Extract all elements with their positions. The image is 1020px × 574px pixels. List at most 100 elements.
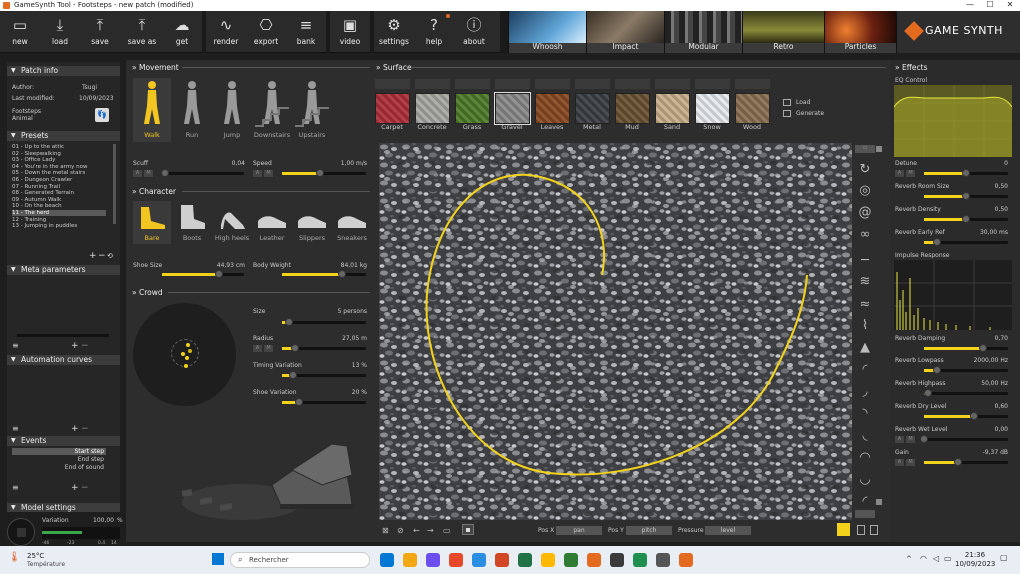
effect-rev-density-slider[interactable] (924, 215, 1008, 223)
surface-wood-tile[interactable] (735, 93, 770, 124)
render-button[interactable]: ∿ render (206, 11, 246, 53)
bank-button[interactable]: ≡ bank (286, 11, 326, 53)
slider-knob[interactable] (932, 366, 941, 374)
preset-tile-particles[interactable]: Particles (824, 11, 896, 53)
bottom-field[interactable] (855, 510, 875, 518)
spiral-in-icon[interactable]: ↻ (857, 162, 873, 178)
menu-icon[interactable]: ≡ (12, 483, 19, 492)
meta-parameters-header[interactable]: ▼ Meta parameters (7, 265, 120, 275)
effect-automation-a-button[interactable]: A (895, 436, 904, 443)
preset-item[interactable]: 10 - On the beach (12, 203, 106, 209)
effect-detune-slider[interactable] (924, 169, 1008, 177)
play-button[interactable] (7, 518, 35, 546)
automation-curves-header[interactable]: ▼ Automation curves (7, 355, 120, 365)
steam-taskbar-icon[interactable] (656, 553, 670, 567)
loop-icon[interactable]: ∞ (857, 227, 873, 243)
remove-preset-button[interactable]: − (98, 251, 106, 261)
video-button[interactable]: ▣ video (330, 11, 370, 53)
event-end-step[interactable]: End step (12, 456, 104, 463)
scuff-automation-a-button[interactable]: A (133, 170, 142, 177)
surface-metal-tile[interactable] (575, 93, 610, 124)
no-draw-icon[interactable]: ⊘ (397, 526, 404, 535)
character-high-heels-button[interactable]: High heels (213, 201, 251, 244)
zoom-field[interactable]: ▭ (855, 145, 875, 153)
slider-knob[interactable] (962, 169, 970, 177)
presets-header[interactable]: ▼ Presets (7, 131, 120, 141)
wave-icon[interactable]: ≈ (857, 297, 873, 313)
import-curve-icon[interactable] (870, 525, 878, 535)
pos-y-select[interactable]: pitch (626, 526, 672, 535)
crowd-member-dot[interactable] (186, 343, 190, 347)
curve-right-icon[interactable]: ◞ (857, 384, 873, 400)
preset-item[interactable]: 08 - Generated Terrain (12, 190, 106, 196)
firefox-taskbar-icon[interactable] (449, 553, 463, 567)
body-weight-slider[interactable] (282, 270, 366, 278)
effect-rev-dry-slider[interactable] (924, 412, 1008, 420)
slider-knob[interactable] (978, 344, 987, 352)
remove-curve-button[interactable]: − (81, 424, 89, 434)
speed-automation-a-button[interactable]: A (253, 170, 262, 177)
shoe-variation-slider[interactable] (282, 398, 366, 406)
preset-tile-retro[interactable]: Retro (742, 11, 824, 53)
weather-label[interactable]: Température (27, 561, 65, 568)
preset-scrollbar[interactable] (113, 144, 116, 224)
timing-variation-slider[interactable] (282, 371, 366, 379)
maximize-button[interactable]: ☐ (980, 0, 1000, 11)
color-swatch[interactable] (837, 523, 850, 536)
eq-graph[interactable] (894, 85, 1012, 157)
file-explorer-taskbar-icon[interactable] (541, 553, 555, 567)
crowd-member-dot[interactable] (185, 356, 189, 360)
task-view-taskbar-icon[interactable] (380, 553, 394, 567)
image-icon[interactable]: ▭ (443, 526, 451, 535)
add-preset-button[interactable]: + (89, 251, 97, 261)
curve-down-icon[interactable]: ◜ (857, 362, 873, 378)
remove-event-button[interactable]: − (81, 483, 89, 493)
character-slippers-button[interactable]: Slippers (293, 201, 331, 244)
crowd-member-dot[interactable] (181, 352, 185, 356)
slider-knob[interactable] (962, 215, 970, 223)
radius-automation-m-button[interactable]: M (264, 345, 273, 352)
shoe-variation-slider-knob[interactable] (294, 398, 303, 406)
tray-overflow-icon[interactable]: ^ (906, 555, 912, 563)
patch-info-header[interactable]: ▼ Patch info (7, 66, 120, 76)
crowd-radar[interactable] (133, 303, 236, 406)
crowd-size-slider[interactable] (282, 318, 366, 326)
trajectory-canvas[interactable] (379, 143, 852, 520)
weather-temp[interactable]: 25°C (27, 552, 44, 560)
preset-item[interactable]: 01 - Up to the attic (12, 144, 106, 150)
timing-variation-slider-knob[interactable] (288, 371, 297, 379)
close-button[interactable]: ✕ (1000, 0, 1020, 11)
spiral-icon[interactable]: @ (857, 205, 873, 221)
save-button[interactable]: ⤒ save (80, 11, 120, 53)
excel-taskbar-icon[interactable] (518, 553, 532, 567)
arrow-right-icon[interactable]: → (427, 526, 434, 535)
event-end-of-sound[interactable]: End of sound (12, 464, 104, 471)
mail-taskbar-icon[interactable] (472, 553, 486, 567)
effect-rev-room-slider[interactable] (924, 192, 1008, 200)
speaker-icon[interactable]: ◁ (933, 554, 939, 563)
surface-leaves-tile[interactable] (535, 93, 570, 124)
scuff-slider[interactable] (161, 169, 244, 177)
windows-start-icon[interactable] (212, 553, 224, 565)
preset-item[interactable]: 05 - Down the metal stairs (12, 170, 106, 176)
surface-snow-tile[interactable] (695, 93, 730, 124)
movement-downstairs-button[interactable]: Downstairs (253, 78, 291, 142)
export-button[interactable]: ⎔ export (246, 11, 286, 53)
arc-2-icon[interactable]: ◡ (857, 472, 873, 488)
scroll-down-button[interactable] (876, 499, 882, 505)
effect-rev-wet-slider[interactable] (920, 435, 1008, 443)
terminal-taskbar-icon[interactable] (633, 553, 647, 567)
effect-rev-damping-slider[interactable] (924, 344, 1008, 352)
movement-jump-button[interactable]: Jump (213, 78, 251, 142)
gamesynth-taskbar-icon[interactable] (679, 553, 693, 567)
preset-tile-impact[interactable]: Impact (586, 11, 664, 53)
effect-automation-m-button[interactable]: M (906, 170, 915, 177)
battery-icon[interactable]: ▭ (944, 554, 952, 563)
stop-button[interactable] (462, 524, 474, 535)
effect-automation-m-button[interactable]: M (906, 436, 915, 443)
effect-rev-early-slider[interactable] (924, 238, 1008, 246)
outlook-taskbar-icon[interactable] (495, 553, 509, 567)
surface-grass-tile[interactable] (455, 93, 490, 124)
preset-tile-whoosh[interactable]: Whoosh (508, 11, 586, 53)
save-as-button[interactable]: ⤒ save as (120, 11, 164, 53)
